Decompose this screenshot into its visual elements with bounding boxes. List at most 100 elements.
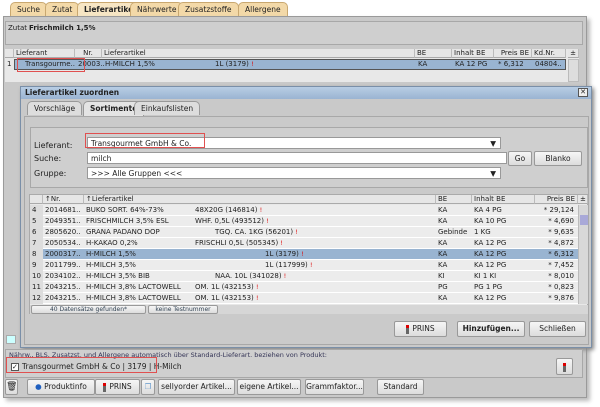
cell-preis: * 9,876 [548, 294, 574, 302]
table-row[interactable]: 2000317.. H-MILCH 1,5% KA KA 12 PG 1L (3179)… [43, 249, 578, 260]
row-number: 6 [30, 227, 43, 238]
dialog-title: Lieferartikel zuordnen [25, 88, 120, 97]
row-number: 12 [30, 293, 43, 304]
col-preis-be[interactable]: Preis BE [535, 195, 578, 204]
cell-nr: 2011799.. [45, 261, 81, 269]
highlight-box [85, 133, 205, 148]
cell-nr: 2805620.. [45, 228, 81, 236]
produktinfo-button[interactable]: ● Produktinfo [27, 379, 95, 395]
cell-artikel: H-MILCH 3,8% LACTOWELL [86, 283, 181, 291]
tab-zusatzstoffe[interactable]: Zusatzstoffe [178, 2, 239, 16]
warning-icon: ! [266, 218, 269, 225]
cell-inhalt: KA 12 PG [474, 250, 507, 258]
cell-nr: 2043215.. [45, 294, 81, 302]
close-icon[interactable]: ✕ [578, 88, 588, 97]
warning-icon: ! [295, 229, 298, 236]
trash-icon[interactable]: 🗑 [5, 379, 18, 395]
cell-nr: 2050534.. [45, 239, 81, 247]
col-preis-be[interactable]: Preis BE [494, 49, 532, 58]
scrollbar[interactable] [568, 59, 579, 82]
tab-zutat[interactable]: Zutat [45, 2, 80, 16]
cell-be: KA [438, 261, 448, 269]
row-number: 7 [30, 238, 43, 249]
grammfaktor-button[interactable]: Grammfaktor... [305, 379, 364, 395]
status-count: 40 Datensätze gefunden* [31, 305, 146, 314]
col-be[interactable]: BE [415, 49, 452, 58]
table-row[interactable]: 2043215.. H-MILCH 3,8% LACTOWELL PG PG 1 PG… [43, 282, 578, 293]
table-row[interactable]: 2043215.. H-MILCH 3,8% LACTOWELL KA KA 12 P… [43, 293, 578, 304]
blanko-button[interactable]: Blanko [534, 151, 582, 166]
table-row[interactable]: 2049351.. FRISCHMILCH 3,5% ESL KA KA 10 PG W… [43, 216, 578, 227]
cell-inhalt: KA 12 PG [474, 294, 507, 302]
cell-menge: OM. 1L (432153) ! [195, 283, 259, 291]
cell-nr: 2000317.. [45, 250, 81, 258]
sellyorder-artikel-button[interactable]: sellyorder Artikel... [158, 379, 235, 395]
zutat-box: Zutat Frischmilch 1,5% [5, 21, 583, 45]
copy-icon[interactable]: ❐ [141, 379, 155, 395]
row-number: 11 [30, 282, 43, 293]
info-icon [563, 362, 566, 372]
sort-icon[interactable]: ± [568, 49, 579, 58]
info-button[interactable] [556, 358, 573, 375]
col-inhalt-be[interactable]: Inhalt BE [472, 195, 535, 204]
table-row[interactable]: Transgourme.. 20003.. H-MILCH 1,5% 1L (3… [14, 59, 566, 70]
hinzufuegen-button[interactable]: Hinzufügen... [457, 321, 525, 337]
cell-artikel: FRISCHMILCH 3,5% ESL [86, 217, 169, 225]
cell-menge: WHF. 0,5L (493512) ! [195, 217, 269, 225]
col-nr[interactable]: Nr. [75, 49, 102, 58]
cell-be: KA [438, 294, 448, 302]
status-testnummer: keine Testnummer [148, 305, 218, 314]
table-row[interactable]: 2011799.. H-MILCH 3,5% KA KA 12 PG 1L (11799… [43, 260, 578, 271]
tab-einkaufslisten[interactable]: Einkaufslisten [134, 101, 201, 115]
cell-artikel: H-MILCH 1,5% [86, 250, 136, 258]
prins-button[interactable]: PRINS [394, 321, 447, 337]
cell-preis: * 29,124 [543, 206, 574, 214]
chevron-down-icon: ▼ [490, 139, 496, 148]
scroll-thumb[interactable] [580, 215, 588, 225]
col-be[interactable]: BE [436, 195, 472, 204]
col-inhalt-be[interactable]: Inhalt BE [452, 49, 494, 58]
vertical-scrollbar[interactable] [578, 205, 588, 304]
eigene-artikel-button[interactable]: eigene Artikel... [237, 379, 301, 395]
prins-button-bottom[interactable]: PRINS [95, 379, 140, 395]
cell-menge: FRISCHLI 0,5L (505345) ! [195, 239, 283, 247]
col-kdnr[interactable]: Kd.Nr. [532, 49, 566, 58]
col-nr[interactable]: ↑Nr. [43, 195, 84, 204]
cell-be: KA [438, 206, 448, 214]
dialog-lieferartikel-zuordnen: Lieferartikel zuordnen ✕ Vorschläge Sort… [20, 86, 592, 348]
cell-inhalt: KA 4 PG [474, 206, 502, 214]
cell-preis: * 8,010 [548, 272, 574, 280]
col-lieferartikel[interactable]: ↑Lieferartikel [84, 195, 436, 204]
gruppe-select[interactable]: >>> Alle Gruppen <<< ▼ [87, 167, 501, 179]
row-number: 4 [30, 205, 43, 216]
tab-naehrwerte[interactable]: Nährwerte [130, 2, 184, 16]
zutat-value: Frischmilch 1,5% [29, 24, 96, 32]
cell-artikel: H-MILCH 3,8% LACTOWELL [86, 294, 181, 302]
tab-suche[interactable]: Suche [10, 2, 48, 16]
col-lieferartikel[interactable]: Lieferartikel [102, 49, 415, 58]
cell-inhalt: KA 12 PG [474, 261, 507, 269]
sort-icon[interactable]: ± [578, 195, 588, 204]
go-button[interactable]: Go [508, 151, 532, 166]
cell-inhalt: PG 1 PG [474, 283, 503, 291]
cell-inhalt: KA 10 PG [474, 217, 507, 225]
cell-artikel: H-MILCH 3,5% BIB [86, 272, 150, 280]
tab-vorschlaege[interactable]: Vorschläge [27, 101, 83, 115]
top-table: Lieferant Nr. Lieferartikel BE Inhalt BE… [5, 49, 579, 82]
info-icon [406, 324, 410, 334]
table-row[interactable]: 2014681.. BUKO SORT. 64%-73% KA KA 4 PG 48X2… [43, 205, 578, 216]
color-swatch [6, 335, 16, 344]
table-row[interactable]: 2050534.. H-KAKAO 0,2% KA KA 12 PG FRISCHLI … [43, 238, 578, 249]
schliessen-button[interactable]: Schließen [529, 321, 586, 337]
table-row[interactable]: 2805620.. GRANA PADANO DOP Gebinde 1 KG TGQ.… [43, 227, 578, 238]
standard-button[interactable]: Standard [377, 379, 424, 395]
suche-input[interactable]: milch [87, 152, 507, 164]
table-row[interactable]: 2034102.. H-MILCH 3,5% BIB KI KI 1 KI NAA. 1… [43, 271, 578, 282]
cell-menge: OM. 1L (432153) ! [195, 294, 259, 302]
cell-be: KA [438, 250, 448, 258]
warning-icon: ! [301, 251, 304, 258]
lieferant-label: Lieferant: [34, 141, 73, 150]
col-lieferant[interactable]: Lieferant [14, 49, 75, 58]
warning-icon: ! [310, 262, 313, 269]
tab-allergene[interactable]: Allergene [238, 2, 288, 16]
